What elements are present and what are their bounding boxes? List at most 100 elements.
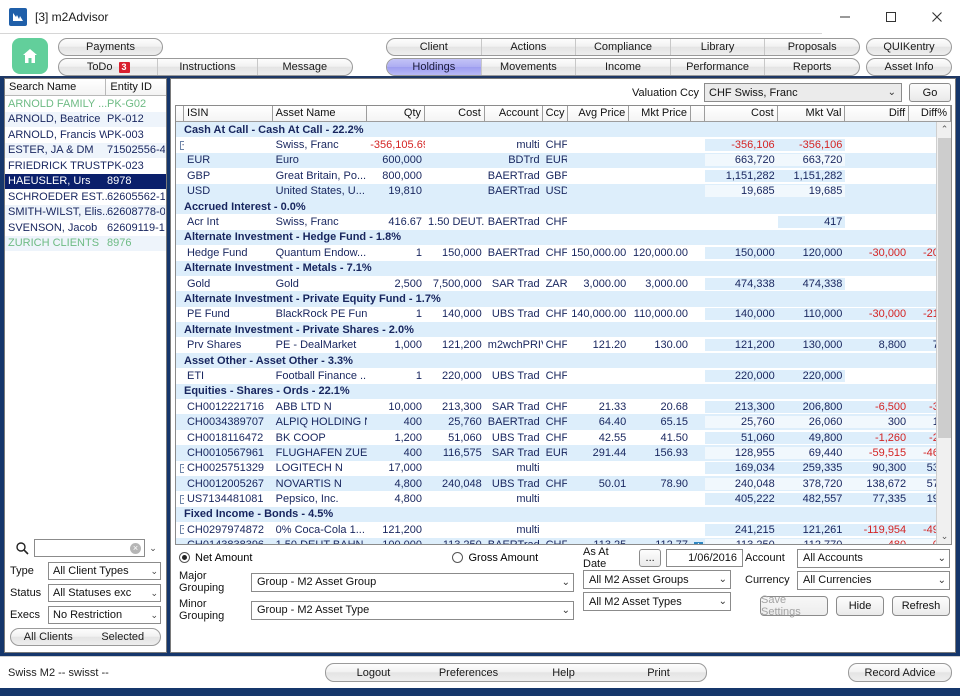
currency-select[interactable]: All Currencies ⌄ bbox=[797, 571, 950, 590]
search-input[interactable]: × bbox=[34, 539, 145, 557]
tab-proposals[interactable]: Proposals bbox=[765, 39, 859, 55]
grid-cell-expander[interactable]: + bbox=[176, 525, 184, 534]
clear-icon[interactable]: × bbox=[130, 543, 141, 554]
chevron-down-icon[interactable]: ⌄ bbox=[145, 543, 161, 554]
grid-section-header[interactable]: Accrued Interest - 0.0% bbox=[176, 199, 951, 214]
logout-button[interactable]: Logout bbox=[326, 664, 421, 681]
client-list-item[interactable]: SCHROEDER EST...62605562-1 bbox=[5, 189, 166, 205]
instructions-button[interactable]: Instructions bbox=[158, 59, 257, 75]
tab-holdings[interactable]: Holdings bbox=[387, 59, 482, 75]
info-icon[interactable]: i bbox=[694, 542, 703, 545]
quikentry-button[interactable]: QUIKentry bbox=[866, 38, 952, 56]
grid-section-header[interactable]: Fixed Income - Bonds - 4.5% bbox=[176, 507, 951, 522]
grid-column-header[interactable]: Cost bbox=[425, 106, 485, 122]
grid-row[interactable]: CH01438383961.50 DEUT BAHN...100,000113,… bbox=[176, 538, 951, 545]
tab-performance[interactable]: Performance bbox=[671, 59, 766, 75]
tab-movements[interactable]: Movements bbox=[482, 59, 577, 75]
grid-row[interactable]: USDUnited States, U...19,810BAERTradUSD1… bbox=[176, 184, 951, 199]
close-icon[interactable] bbox=[914, 0, 960, 34]
client-list-item[interactable]: ESTER, JA & DM71502556-4 bbox=[5, 143, 166, 159]
todo-button[interactable]: ToDo 3 bbox=[59, 59, 158, 75]
grid-row[interactable]: +CH02979748720% Coca-Cola 1...121,200mul… bbox=[176, 522, 951, 537]
grid-cell-info[interactable]: i bbox=[691, 539, 705, 545]
grid-scrollbar[interactable]: ⌃ ⌄ bbox=[936, 122, 951, 544]
grid-column-header[interactable]: ISIN bbox=[184, 106, 273, 122]
grid-row[interactable]: Hedge FundQuantum Endow...1150,000BAERTr… bbox=[176, 245, 951, 260]
minimize-icon[interactable] bbox=[822, 0, 868, 34]
refresh-button[interactable]: Refresh bbox=[892, 596, 950, 616]
client-list[interactable]: ARNOLD FAMILY ...PK-G02ARNOLD, BeatriceP… bbox=[5, 96, 166, 282]
client-list-item[interactable]: HAEUSLER, Urs8978 bbox=[5, 174, 166, 190]
save-settings-button[interactable]: Save Settings bbox=[760, 596, 828, 616]
grid-column-header[interactable]: Mkt Price bbox=[629, 106, 691, 122]
grid-column-header[interactable]: Qty bbox=[367, 106, 425, 122]
payments-button[interactable]: Payments bbox=[58, 38, 163, 56]
account-select[interactable]: All Accounts ⌄ bbox=[797, 549, 950, 568]
record-advice-button[interactable]: Record Advice bbox=[848, 663, 952, 682]
asset-types-select[interactable]: All M2 Asset Types ⌄ bbox=[583, 592, 731, 611]
date-picker-button[interactable]: ... bbox=[639, 549, 661, 567]
tab-client[interactable]: Client bbox=[387, 39, 482, 55]
preferences-button[interactable]: Preferences bbox=[421, 664, 516, 681]
grid-row[interactable]: Prv SharesPE - DealMarket1,000121,200m2w… bbox=[176, 337, 951, 352]
scroll-up-icon[interactable]: ⌃ bbox=[937, 122, 952, 137]
go-button[interactable]: Go bbox=[909, 83, 951, 102]
client-list-item[interactable]: SVENSON, Jacob62609119-1 bbox=[5, 220, 166, 236]
grid-column-header[interactable]: Asset Name bbox=[273, 106, 368, 122]
grid-column-header[interactable] bbox=[691, 106, 705, 122]
grid-row[interactable]: CH0010567961FLUGHAFEN ZUE...400116,575SA… bbox=[176, 445, 951, 460]
row-expand-icon[interactable]: + bbox=[180, 141, 184, 150]
grid-column-header[interactable]: Diff bbox=[845, 106, 909, 122]
grid-cell-expander[interactable]: + bbox=[176, 464, 184, 473]
grid-row[interactable]: Acr IntSwiss, Franc416.671.50 DEUT...BAE… bbox=[176, 214, 951, 229]
grid-section-header[interactable]: Asset Other - Asset Other - 3.3% bbox=[176, 353, 951, 368]
major-grouping-select[interactable]: Group - M2 Asset Group ⌄ bbox=[251, 573, 574, 592]
grid-body[interactable]: Cash At Call - Cash At Call - 22.2%+Swis… bbox=[176, 122, 951, 544]
grid-cell-expander[interactable]: + bbox=[176, 141, 184, 150]
grid-row[interactable]: GoldGold2,5007,500,000SAR TradZAR3,000.0… bbox=[176, 276, 951, 291]
selected-clients-button[interactable]: Selected bbox=[86, 629, 161, 645]
filter-status-select[interactable]: All Statuses exc ⌄ bbox=[48, 584, 161, 602]
tab-actions[interactable]: Actions bbox=[482, 39, 577, 55]
grid-section-header[interactable]: Alternate Investment - Hedge Fund - 1.8% bbox=[176, 230, 951, 245]
tab-reports[interactable]: Reports bbox=[765, 59, 859, 75]
home-icon[interactable] bbox=[12, 38, 48, 74]
grid-row[interactable]: +Swiss, Franc-356,105.69multiCHF-356,106… bbox=[176, 137, 951, 152]
grid-section-header[interactable]: Alternate Investment - Private Equity Fu… bbox=[176, 291, 951, 306]
grid-row[interactable]: CH0034389707ALPIQ HOLDING N40025,760BAER… bbox=[176, 414, 951, 429]
grid-section-header[interactable]: Alternate Investment - Private Shares - … bbox=[176, 322, 951, 337]
asset-groups-select[interactable]: All M2 Asset Groups ⌄ bbox=[583, 570, 731, 589]
grid-column-header[interactable]: Ccy bbox=[543, 106, 568, 122]
valuation-ccy-select[interactable]: CHF Swiss, Franc ⌄ bbox=[704, 83, 902, 102]
message-button[interactable]: Message bbox=[258, 59, 352, 75]
grid-row[interactable]: +CH0025751329LOGITECH N17,000multi169,03… bbox=[176, 461, 951, 476]
client-list-item[interactable]: ARNOLD FAMILY ...PK-G02 bbox=[5, 96, 166, 112]
asset-info-button[interactable]: Asset Info bbox=[866, 58, 952, 76]
help-button[interactable]: Help bbox=[516, 664, 611, 681]
grid-row[interactable]: EUREuro600,000BDTrdEUR663,720663,720 bbox=[176, 153, 951, 168]
grid-cell-expander[interactable]: + bbox=[176, 495, 184, 504]
gross-amount-radio[interactable] bbox=[452, 552, 463, 563]
grid-row[interactable]: CH0018116472BK COOP1,20051,060UBS TradCH… bbox=[176, 430, 951, 445]
grid-section-header[interactable]: Equities - Shares - Ords - 22.1% bbox=[176, 384, 951, 399]
grid-row[interactable]: CH0012221716ABB LTD N10,000213,300SAR Tr… bbox=[176, 399, 951, 414]
grid-row[interactable]: PE FundBlackRock PE Fun...1140,000UBS Tr… bbox=[176, 307, 951, 322]
hide-button[interactable]: Hide bbox=[836, 596, 884, 616]
print-button[interactable]: Print bbox=[611, 664, 706, 681]
grid-row[interactable]: CH0012005267NOVARTIS N4,800240,048UBS Tr… bbox=[176, 476, 951, 491]
net-amount-radio[interactable] bbox=[179, 552, 190, 563]
grid-section-header[interactable]: Alternate Investment - Metals - 7.1% bbox=[176, 261, 951, 276]
as-at-date-input[interactable]: 1/06/2016 bbox=[666, 549, 743, 567]
grid-row[interactable]: +US7134481081Pepsico, Inc.4,800multi405,… bbox=[176, 491, 951, 506]
grid-row[interactable]: GBPGreat Britain, Po...800,000BAERTradGB… bbox=[176, 168, 951, 183]
grid-column-header[interactable]: Avg Price bbox=[568, 106, 630, 122]
tab-library[interactable]: Library bbox=[671, 39, 766, 55]
grid-column-header[interactable] bbox=[176, 106, 184, 122]
grid-column-header[interactable]: Diff% bbox=[909, 106, 951, 122]
scrollbar-thumb[interactable] bbox=[938, 138, 951, 438]
tab-income[interactable]: Income bbox=[576, 59, 671, 75]
scroll-down-icon[interactable]: ⌄ bbox=[937, 529, 952, 544]
maximize-icon[interactable] bbox=[868, 0, 914, 34]
grid-column-header[interactable]: Account bbox=[485, 106, 543, 122]
client-list-item[interactable]: ZURICH CLIENTS8976 bbox=[5, 236, 166, 252]
